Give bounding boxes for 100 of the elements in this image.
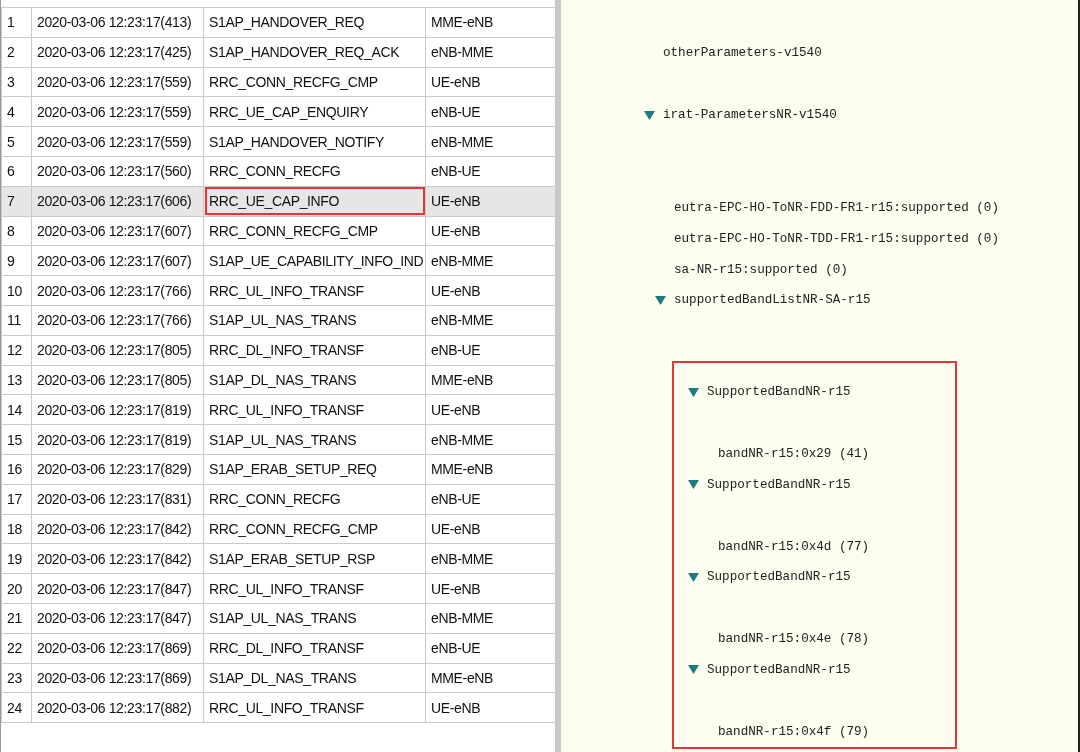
tree-node-label[interactable]: supportedBandListNR-SA-r15 bbox=[674, 293, 871, 308]
table-row[interactable]: 24 2020-03-06 12:23:17(882) RRC_UL_INFO_TRANSF UE-eNB bbox=[1, 692, 555, 723]
timestamp-cell: 2020-03-06 12:23:17(882) bbox=[31, 692, 204, 723]
timestamp-cell: 2020-03-06 12:23:17(606) bbox=[31, 186, 204, 217]
table-row[interactable]: 10 2020-03-06 12:23:17(766) RRC_UL_INFO_TRANSF UE-eNB bbox=[1, 275, 555, 306]
row-number: 22 bbox=[1, 633, 32, 664]
table-row[interactable]: 3 2020-03-06 12:23:17(559) RRC_CONN_RECFG_CMP UE-eNB bbox=[1, 67, 555, 97]
row-number: 17 bbox=[1, 484, 32, 515]
timestamp-cell: 2020-03-06 12:23:17(766) bbox=[31, 275, 204, 306]
table-row[interactable]: 18 2020-03-06 12:23:17(842) RRC_CONN_RECFG_CMP UE-eNB bbox=[1, 514, 555, 544]
tree-node-label[interactable]: eutra-EPC-HO-ToNR-TDD-FR1-r15:supported (0) bbox=[674, 231, 999, 246]
message-cell: RRC_CONN_RECFG_CMP bbox=[203, 514, 426, 544]
message-cell: RRC_DL_INFO_TRANSF bbox=[203, 633, 426, 664]
tree-node-label[interactable]: SupportedBandNR-r15 bbox=[707, 570, 851, 585]
table-row[interactable]: 5 2020-03-06 12:23:17(559) S1AP_HANDOVER_NOTIFY eNB-MME bbox=[1, 126, 555, 157]
row-number: 12 bbox=[1, 335, 32, 366]
message-cell: RRC_UL_INFO_TRANSF bbox=[203, 394, 426, 425]
tree-node-label[interactable]: irat-ParametersNR-v1540 bbox=[663, 108, 837, 123]
table-row[interactable]: 7 2020-03-06 12:23:17(606) RRC_UE_CAP_INFO UE-eNB bbox=[1, 186, 555, 217]
row-number: 6 bbox=[1, 156, 32, 187]
row-number: 1 bbox=[1, 7, 32, 38]
message-cell: RRC_UE_CAP_ENQUIRY bbox=[203, 96, 426, 127]
table-row[interactable]: 13 2020-03-06 12:23:17(805) S1AP_DL_NAS_TRANS MME-eNB bbox=[1, 365, 555, 395]
tree-node-label[interactable]: SupportedBandNR-r15 bbox=[707, 662, 851, 677]
message-cell: RRC_UL_INFO_TRANSF bbox=[203, 573, 426, 604]
timestamp-cell: 2020-03-06 12:23:17(766) bbox=[31, 305, 204, 336]
timestamp-cell: 2020-03-06 12:23:17(847) bbox=[31, 603, 204, 634]
timestamp-cell: 2020-03-06 12:23:17(805) bbox=[31, 365, 204, 395]
message-cell: RRC_CONN_RECFG bbox=[203, 156, 426, 187]
tree-node-label[interactable]: bandNR-r15:0x4e (78) bbox=[718, 632, 870, 647]
tree-node-label[interactable]: SupportedBandNR-r15 bbox=[707, 385, 851, 400]
tree-node-label[interactable]: bandNR-r15:0x29 (41) bbox=[718, 446, 870, 461]
timestamp-cell: 2020-03-06 12:23:17(559) bbox=[31, 126, 204, 157]
message-cell: RRC_UE_CAP_INFO bbox=[203, 186, 426, 217]
table-row[interactable]: 23 2020-03-06 12:23:17(869) S1AP_DL_NAS_TRANS MME-eNB bbox=[1, 663, 555, 693]
timestamp-cell: 2020-03-06 12:23:17(842) bbox=[31, 543, 204, 574]
table-row[interactable]: 19 2020-03-06 12:23:17(842) S1AP_ERAB_SETUP_RSP eNB-MME bbox=[1, 543, 555, 574]
tree-node-label[interactable]: sa-NR-r15:supported (0) bbox=[674, 262, 848, 277]
timestamp-cell: 2020-03-06 12:23:17(560) bbox=[31, 156, 204, 187]
row-number: 20 bbox=[1, 573, 32, 604]
table-row[interactable]: 22 2020-03-06 12:23:17(869) RRC_DL_INFO_TRANSF eNB-UE bbox=[1, 633, 555, 664]
row-number: 9 bbox=[1, 245, 32, 276]
tree-node-label[interactable]: eutra-EPC-HO-ToNR-FDD-FR1-r15:supported (0) bbox=[674, 201, 999, 215]
table-row[interactable]: 20 2020-03-06 12:23:17(847) RRC_UL_INFO_TRANSF UE-eNB bbox=[1, 573, 555, 604]
timestamp-cell: 2020-03-06 12:23:17(819) bbox=[31, 424, 204, 455]
message-cell: S1AP_DL_NAS_TRANS bbox=[203, 663, 426, 693]
row-number: 4 bbox=[1, 96, 32, 127]
row-number: 19 bbox=[1, 543, 32, 574]
timestamp-cell: 2020-03-06 12:23:17(869) bbox=[31, 663, 204, 693]
table-row[interactable]: 21 2020-03-06 12:23:17(847) S1AP_UL_NAS_TRANS eNB-MME bbox=[1, 603, 555, 634]
tree-node-label[interactable]: bandNR-r15:0x4d (77) bbox=[718, 539, 870, 554]
row-number: 3 bbox=[1, 67, 32, 97]
message-cell: S1AP_HANDOVER_REQ_ACK bbox=[203, 37, 426, 68]
tree-node-label[interactable]: SupportedBandNR-r15 bbox=[707, 477, 851, 492]
message-cell: RRC_CONN_RECFG bbox=[203, 484, 426, 515]
table-row[interactable]: 6 2020-03-06 12:23:17(560) RRC_CONN_RECFG eNB-UE bbox=[1, 156, 555, 187]
row-number: 21 bbox=[1, 603, 32, 634]
message-cell: RRC_DL_INFO_TRANSF bbox=[203, 335, 426, 366]
timestamp-cell: 2020-03-06 12:23:17(847) bbox=[31, 573, 204, 604]
message-cell: RRC_CONN_RECFG_CMP bbox=[203, 67, 426, 97]
table-row[interactable]: 9 2020-03-06 12:23:17(607) S1AP_UE_CAPABILITY_INFO_IND eNB-MME bbox=[1, 245, 555, 276]
timestamp-cell: 2020-03-06 12:23:17(829) bbox=[31, 454, 204, 485]
message-cell: S1AP_HANDOVER_REQ bbox=[203, 7, 426, 38]
message-cell: S1AP_ERAB_SETUP_REQ bbox=[203, 454, 426, 485]
row-number: 10 bbox=[1, 275, 32, 306]
row-number: 5 bbox=[1, 126, 32, 157]
row-number: 15 bbox=[1, 424, 32, 455]
row-number: 23 bbox=[1, 663, 32, 693]
message-cell: S1AP_UE_CAPABILITY_INFO_IND bbox=[203, 245, 426, 276]
message-cell: RRC_UL_INFO_TRANSF bbox=[203, 275, 426, 306]
table-row[interactable]: 8 2020-03-06 12:23:17(607) RRC_CONN_RECFG_CMP UE-eNB bbox=[1, 216, 555, 246]
message-cell: S1AP_DL_NAS_TRANS bbox=[203, 365, 426, 395]
row-number: 2 bbox=[1, 37, 32, 68]
timestamp-cell: 2020-03-06 12:23:17(607) bbox=[31, 245, 204, 276]
table-row[interactable]: 14 2020-03-06 12:23:17(819) RRC_UL_INFO_TRANSF UE-eNB bbox=[1, 394, 555, 425]
table-row[interactable]: 4 2020-03-06 12:23:17(559) RRC_UE_CAP_ENQUIRY eNB-UE bbox=[1, 96, 555, 127]
table-row[interactable]: 1 2020-03-06 12:23:17(413) S1AP_HANDOVER_REQ MME-eNB bbox=[1, 7, 555, 38]
timestamp-cell: 2020-03-06 12:23:17(831) bbox=[31, 484, 204, 515]
table-row[interactable]: 15 2020-03-06 12:23:17(819) S1AP_UL_NAS_TRANS eNB-MME bbox=[1, 424, 555, 455]
timestamp-cell: 2020-03-06 12:23:17(842) bbox=[31, 514, 204, 544]
timestamp-cell: 2020-03-06 12:23:17(559) bbox=[31, 96, 204, 127]
message-cell: S1AP_UL_NAS_TRANS bbox=[203, 603, 426, 634]
message-cell: RRC_UL_INFO_TRANSF bbox=[203, 692, 426, 723]
table-row[interactable]: 12 2020-03-06 12:23:17(805) RRC_DL_INFO_TRANSF eNB-UE bbox=[1, 335, 555, 366]
table-row[interactable]: 17 2020-03-06 12:23:17(831) RRC_CONN_RECFG eNB-UE bbox=[1, 484, 555, 515]
tree-node-label[interactable]: otherParameters-v1540 bbox=[663, 46, 822, 61]
table-row[interactable]: 11 2020-03-06 12:23:17(766) S1AP_UL_NAS_TRANS eNB-MME bbox=[1, 305, 555, 336]
table-row[interactable]: 16 2020-03-06 12:23:17(829) S1AP_ERAB_SETUP_REQ MME-eNB bbox=[1, 454, 555, 485]
timestamp-cell: 2020-03-06 12:23:17(819) bbox=[31, 394, 204, 425]
table-row[interactable]: 2 2020-03-06 12:23:17(425) S1AP_HANDOVER_REQ_ACK eNB-MME bbox=[1, 37, 555, 68]
timestamp-cell: 2020-03-06 12:23:17(607) bbox=[31, 216, 204, 246]
message-cell: S1AP_UL_NAS_TRANS bbox=[203, 424, 426, 455]
timestamp-cell: 2020-03-06 12:23:17(425) bbox=[31, 37, 204, 68]
row-number: 24 bbox=[1, 692, 32, 723]
message-cell: S1AP_HANDOVER_NOTIFY bbox=[203, 126, 426, 157]
tree-node-label[interactable]: bandNR-r15:0x4f (79) bbox=[718, 724, 870, 739]
timestamp-cell: 2020-03-06 12:23:17(869) bbox=[31, 633, 204, 664]
timestamp-cell: 2020-03-06 12:23:17(805) bbox=[31, 335, 204, 366]
timestamp-cell: 2020-03-06 12:23:17(413) bbox=[31, 7, 204, 38]
row-number: 8 bbox=[1, 216, 32, 246]
